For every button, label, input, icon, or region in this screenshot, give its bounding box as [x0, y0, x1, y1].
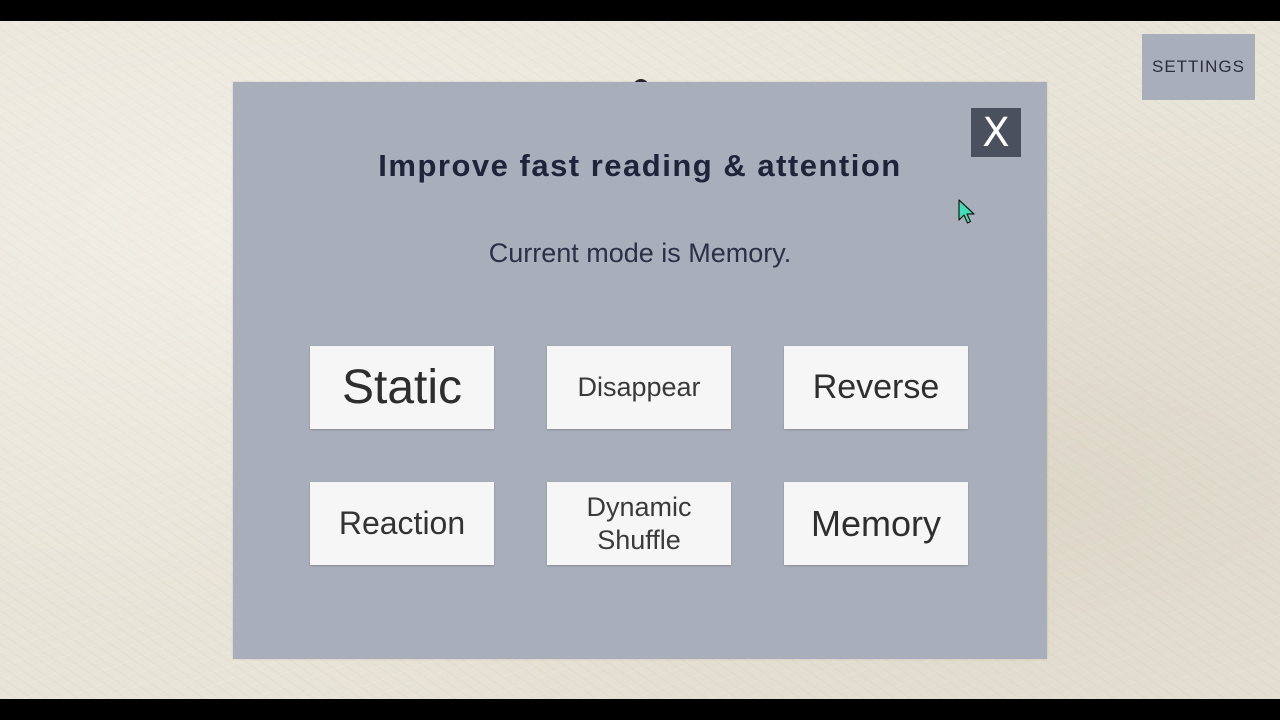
app-screen: SETTINGS X Improve fast reading & attent…	[0, 21, 1280, 699]
mode-button-memory[interactable]: Memory	[784, 482, 968, 565]
dialog-title: Improve fast reading & attention	[378, 148, 902, 183]
mode-button-reverse[interactable]: Reverse	[784, 346, 968, 429]
mode-select-dialog: X Improve fast reading & attention Curre…	[233, 82, 1047, 659]
mode-button-dynamic-shuffle[interactable]: Dynamic Shuffle	[547, 482, 731, 565]
mode-button-reaction[interactable]: Reaction	[310, 482, 494, 565]
mode-button-static[interactable]: Static	[310, 346, 494, 429]
current-mode-status: Current mode is Memory.	[488, 238, 792, 268]
mouse-pointer-icon	[958, 199, 975, 224]
mode-button-disappear[interactable]: Disappear	[547, 346, 731, 429]
settings-button[interactable]: SETTINGS	[1142, 34, 1255, 100]
